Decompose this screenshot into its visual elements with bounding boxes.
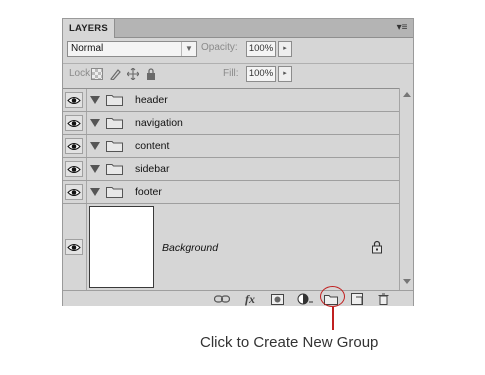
fx-icon[interactable]: fx	[241, 292, 259, 306]
layers-scrollbar[interactable]	[399, 88, 413, 290]
folder-icon	[106, 95, 123, 106]
lock-image-icon[interactable]	[109, 68, 121, 80]
layer-row-sidebar[interactable]: sidebar	[63, 158, 399, 181]
lock-all-icon[interactable]	[145, 68, 157, 80]
layer-row-navigation[interactable]: navigation	[63, 112, 399, 135]
tab-layers[interactable]: LAYERS	[63, 19, 115, 38]
callout-text: Click to Create New Group	[200, 334, 379, 351]
folder-icon	[106, 118, 123, 129]
expand-triangle-icon[interactable]	[90, 188, 100, 196]
layer-name: content	[135, 140, 170, 152]
layer-row-background[interactable]: Background	[63, 204, 399, 291]
blend-mode-select[interactable]: Normal ▼	[67, 41, 197, 57]
visibility-eye-icon[interactable]	[65, 92, 83, 108]
panel-tabbar: LAYERS ▾≡	[63, 19, 413, 38]
lock-label: Lock:	[69, 68, 93, 79]
scroll-down-icon[interactable]	[403, 279, 411, 284]
visibility-eye-icon[interactable]	[65, 161, 83, 177]
mask-icon[interactable]	[269, 292, 285, 306]
expand-triangle-icon[interactable]	[90, 119, 100, 127]
folder-icon	[106, 141, 123, 152]
layer-name: footer	[135, 186, 162, 198]
fill-field[interactable]: 100%	[246, 66, 276, 82]
lock-options	[91, 66, 157, 82]
layers-panel: LAYERS ▾≡ Normal ▼ Opacity: 100% ▸ Lock:…	[62, 18, 414, 306]
opacity-field[interactable]: 100%	[246, 41, 276, 57]
layer-row-content[interactable]: content	[63, 135, 399, 158]
expand-triangle-icon[interactable]	[90, 142, 100, 150]
expand-triangle-icon[interactable]	[90, 165, 100, 173]
folder-icon	[106, 164, 123, 175]
opacity-label: Opacity:	[201, 42, 238, 53]
scroll-up-icon[interactable]	[403, 92, 411, 97]
divider	[86, 204, 87, 291]
divider	[86, 181, 87, 203]
opacity-slider-button[interactable]: ▸	[278, 41, 292, 57]
divider	[63, 63, 413, 64]
chevron-down-icon[interactable]: ▼	[181, 42, 196, 56]
new-layer-icon[interactable]	[349, 292, 365, 306]
fill-label: Fill:	[223, 68, 239, 79]
lock-icon	[372, 240, 382, 254]
lock-position-icon[interactable]	[127, 68, 139, 80]
visibility-eye-icon[interactable]	[65, 115, 83, 131]
layer-row-header[interactable]: header	[63, 89, 399, 112]
lock-transparency-icon[interactable]	[91, 68, 103, 80]
folder-icon	[106, 187, 123, 198]
divider	[86, 112, 87, 134]
link-icon[interactable]	[213, 292, 231, 306]
visibility-eye-icon[interactable]	[65, 239, 83, 255]
layer-name: navigation	[135, 117, 183, 129]
fill-slider-button[interactable]: ▸	[278, 66, 292, 82]
layer-thumbnail[interactable]	[89, 206, 154, 288]
divider	[86, 135, 87, 157]
visibility-eye-icon[interactable]	[65, 138, 83, 154]
layer-name: Background	[162, 242, 219, 254]
panel-menu-icon[interactable]: ▾≡	[395, 22, 409, 34]
layers-list: header navigation content sidebar footer…	[63, 88, 399, 291]
layer-row-footer[interactable]: footer	[63, 181, 399, 204]
divider	[86, 89, 87, 111]
adjustment-icon[interactable]	[295, 292, 315, 306]
layer-name: sidebar	[135, 163, 170, 175]
divider	[86, 158, 87, 180]
layer-name: header	[135, 94, 168, 106]
trash-icon[interactable]	[375, 292, 391, 306]
blend-mode-value: Normal	[71, 43, 104, 54]
visibility-eye-icon[interactable]	[65, 184, 83, 200]
expand-triangle-icon[interactable]	[90, 96, 100, 104]
highlight-circle	[320, 286, 345, 307]
panel-footer: fx	[63, 290, 413, 306]
callout-line	[332, 307, 334, 330]
